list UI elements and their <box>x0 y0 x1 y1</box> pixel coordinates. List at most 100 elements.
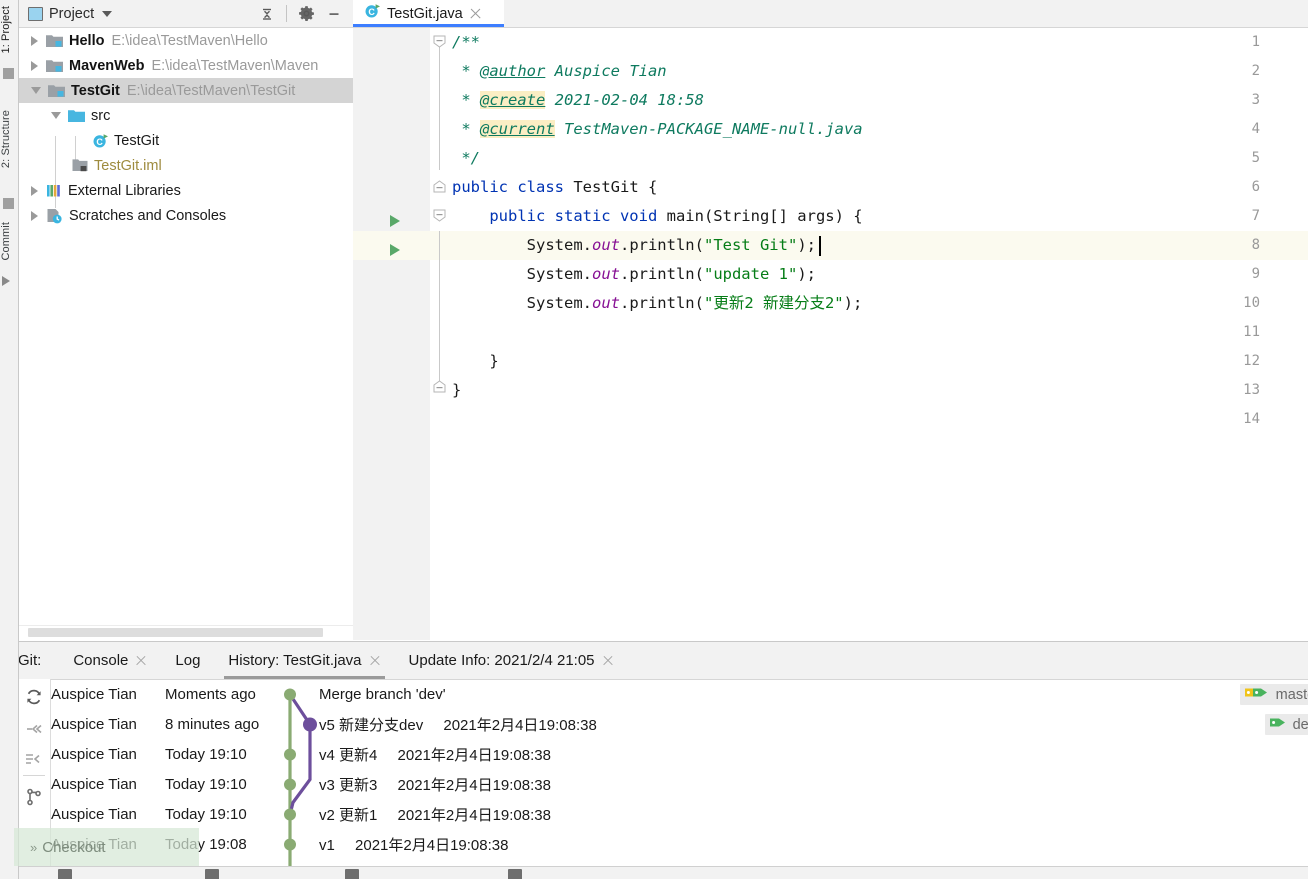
code-token: TestGit { <box>573 178 658 196</box>
branch-tag-dev[interactable]: dev <box>1264 714 1308 735</box>
git-tab-log[interactable]: Log <box>161 642 214 679</box>
code-token: */ <box>452 149 480 167</box>
editor-fold-gutter[interactable] <box>430 28 452 640</box>
chevron-down-icon[interactable] <box>51 112 61 119</box>
status-bar <box>0 866 1308 879</box>
tool-tab-commit[interactable]: Commit <box>0 222 18 261</box>
git-tab-console[interactable]: Console <box>59 642 161 679</box>
tree-node-label: TestGit <box>71 82 120 99</box>
code-line-7: public static void main(String[] args) { <box>452 202 862 231</box>
fold-marker-end[interactable] <box>433 180 446 193</box>
project-title-dropdown[interactable]: Project <box>18 6 113 22</box>
module-icon <box>46 58 63 73</box>
code-line-6: public class TestGit { <box>452 173 657 202</box>
collapse-all-icon[interactable] <box>254 2 280 26</box>
code-token: /** <box>452 33 480 51</box>
commit-subject-wrap: v1 2021年2月4日19:08:38 <box>319 834 508 855</box>
minimize-icon[interactable] <box>321 2 347 26</box>
run-gutter-icon-main[interactable] <box>390 244 400 256</box>
module-icon <box>46 33 63 48</box>
commit-time: Today 19:10 <box>165 745 247 763</box>
run-gutter-icon-class[interactable] <box>390 215 400 227</box>
tree-node-mavenweb[interactable]: MavenWeb E:\idea\TestMaven\Maven <box>18 53 353 78</box>
tool-tab-structure[interactable]: 2: Structure <box>0 110 18 168</box>
chevron-right-icon[interactable] <box>31 60 38 71</box>
fold-marker-collapse-method[interactable] <box>433 209 446 222</box>
code-editor[interactable]: 1 2 3 4 5 6 7 8 9 10 11 12 13 14 /** * @… <box>353 28 1308 640</box>
status-item-3[interactable] <box>345 869 359 879</box>
git-tab-label: History: TestGit.java <box>228 652 362 669</box>
code-token: * <box>452 120 480 138</box>
collapse-icon[interactable] <box>24 719 44 739</box>
line-number: 5 <box>1251 150 1260 166</box>
code-token: Auspice Tian <box>545 62 667 80</box>
commit-subject-wrap: v4 更新4 2021年2月4日19:08:38 <box>319 744 551 765</box>
module-icon <box>48 83 65 98</box>
iml-file-icon <box>72 158 88 173</box>
code-token: TestMaven-PACKAGE_NAME-null.java <box>554 120 863 138</box>
line-number: 8 <box>1251 237 1260 253</box>
status-item-2[interactable] <box>205 869 219 879</box>
git-tab-update-info[interactable]: Update Info: 2021/2/4 21:05 <box>395 642 628 679</box>
chevron-right-icon[interactable] <box>31 185 38 196</box>
tree-node-external-libraries[interactable]: External Libraries <box>18 178 353 203</box>
gear-icon[interactable] <box>293 2 319 26</box>
code-line-5: */ <box>452 144 480 173</box>
code-token: 2021-02-04 18:58 <box>545 91 704 109</box>
java-class-icon: C <box>92 133 108 149</box>
commit-row[interactable]: Auspice Tian Today 19:08 v1 2021年2月4日19:… <box>51 829 1308 859</box>
fold-marker-collapse[interactable] <box>433 35 446 48</box>
project-icon <box>28 6 43 21</box>
commit-row[interactable]: Auspice Tian 8 minutes ago v5 新建分支dev 20… <box>51 709 1308 739</box>
close-icon[interactable] <box>469 7 482 20</box>
code-token: out <box>591 236 620 254</box>
branch-icon[interactable] <box>24 787 44 807</box>
chevron-right-icon[interactable] <box>31 35 38 46</box>
scrollbar-thumb[interactable] <box>28 628 323 637</box>
chevron-down-icon[interactable] <box>31 87 41 94</box>
tree-node-path: E:\idea\TestMaven\Hello <box>111 32 268 49</box>
status-item-4[interactable] <box>508 869 522 879</box>
tree-node-testgit[interactable]: TestGit E:\idea\TestMaven\TestGit <box>18 78 353 103</box>
project-tree[interactable]: Hello E:\idea\TestMaven\Hello MavenWeb E… <box>18 28 353 626</box>
branch-tag-master[interactable]: master <box>1239 684 1308 705</box>
code-token: System. <box>452 294 592 312</box>
toolbar-separator <box>286 5 287 22</box>
tooltip-label: Checkout <box>42 838 106 856</box>
editor-gutter[interactable] <box>353 28 430 640</box>
code-token: public class <box>452 178 574 196</box>
close-icon[interactable] <box>369 655 381 667</box>
commit-subject: v4 更新4 <box>319 746 378 764</box>
editor-tab-testgit-java[interactable]: C TestGit.java <box>353 0 504 27</box>
tool-tab-project[interactable]: 1: Project <box>0 6 18 53</box>
branch-tag-icon-double <box>1244 685 1270 704</box>
code-token: } <box>452 381 462 399</box>
tree-node-hello[interactable]: Hello E:\idea\TestMaven\Hello <box>18 28 353 53</box>
expand-icon[interactable] <box>24 749 44 769</box>
code-token: out <box>591 294 620 312</box>
left-tool-strip: 1: Project 2: Structure Commit <box>0 0 19 879</box>
commit-row[interactable]: Auspice Tian Today 19:10 v3 更新3 2021年2月4… <box>51 769 1308 799</box>
tool-strip-marker-2 <box>3 198 14 209</box>
tree-node-src[interactable]: src <box>18 103 353 128</box>
refresh-icon[interactable] <box>24 687 44 707</box>
code-token: ); <box>843 294 863 312</box>
tree-node-testgit-class[interactable]: C TestGit <box>18 128 353 153</box>
fold-marker-end-method[interactable] <box>433 380 446 393</box>
project-horizontal-scrollbar[interactable] <box>18 625 353 640</box>
tree-node-testgit-iml[interactable]: TestGit.iml <box>18 153 353 178</box>
commit-row[interactable]: Auspice Tian Moments ago Merge branch 'd… <box>51 679 1308 709</box>
line-number: 1 <box>1251 34 1260 50</box>
status-item-1[interactable] <box>58 869 72 879</box>
git-tab-history[interactable]: History: TestGit.java <box>214 642 394 679</box>
close-icon[interactable] <box>135 655 147 667</box>
chevron-down-icon[interactable] <box>102 10 113 17</box>
commit-history-list[interactable]: Auspice Tian Moments ago Merge branch 'd… <box>51 679 1308 879</box>
tree-node-scratches[interactable]: Scratches and Consoles <box>18 203 353 228</box>
code-token: @create <box>480 91 546 109</box>
chevron-right-icon[interactable] <box>31 210 38 221</box>
code-token: .println( <box>619 236 704 254</box>
commit-row[interactable]: Auspice Tian Today 19:10 v4 更新4 2021年2月4… <box>51 739 1308 769</box>
commit-row[interactable]: Auspice Tian Today 19:10 v2 更新1 2021年2月4… <box>51 799 1308 829</box>
close-icon[interactable] <box>602 655 614 667</box>
